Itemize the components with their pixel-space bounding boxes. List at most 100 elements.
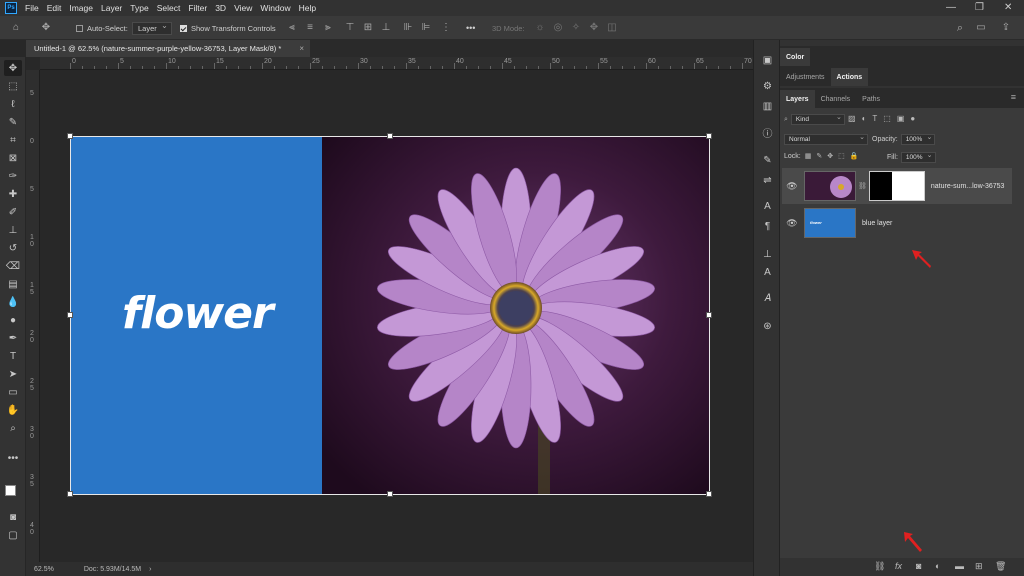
eyedropper-tool[interactable]: ✑ [4, 168, 22, 184]
eye-icon[interactable]: 👁 [782, 218, 802, 229]
slide-3d-icon[interactable]: ✥ [588, 22, 600, 34]
gradient-tool[interactable]: ▤ [4, 276, 22, 292]
scale-3d-icon[interactable]: ◫ [606, 22, 618, 34]
stamp-tool[interactable]: ⊥ [4, 222, 22, 238]
more-tools[interactable]: ••• [4, 450, 22, 466]
move-tool-icon[interactable]: ✥ [40, 22, 52, 34]
menu-3d[interactable]: 3D [215, 3, 226, 13]
opacity-control[interactable]: Opacity: 100% [872, 133, 936, 145]
hand-tool[interactable]: ✋ [4, 402, 22, 418]
adjustment-layer-icon[interactable]: ◐ [935, 561, 940, 571]
fx-icon[interactable]: fx [895, 561, 902, 571]
trash-icon[interactable]: 🗑 [995, 561, 1006, 572]
marquee-tool[interactable]: ⬚ [4, 78, 22, 94]
align-top-icon[interactable]: ⊤ [344, 22, 356, 34]
blend-mode[interactable]: Normal [784, 133, 868, 145]
chain-link-icon[interactable]: ⛓ [858, 182, 867, 190]
lock-position-icon[interactable]: ✥ [827, 152, 833, 160]
layer-name-blue[interactable]: blue layer [862, 220, 892, 227]
panel-menu-icon[interactable]: ≡ [1011, 92, 1016, 102]
adjustment-filter-icon[interactable]: ◐ [862, 114, 867, 123]
layer-thumbnail-blue[interactable]: flower [804, 208, 856, 238]
swatches-panel-icon[interactable]: ⚙ [759, 80, 776, 94]
auto-select-checkbox[interactable]: Auto-Select: [76, 16, 128, 40]
minimize-button[interactable]: — [946, 2, 956, 13]
layer-mask-thumbnail[interactable] [868, 171, 925, 201]
menu-filter[interactable]: Filter [188, 3, 207, 13]
pen-tool[interactable]: ✒ [4, 330, 22, 346]
tab-channels[interactable]: Channels [815, 90, 857, 108]
auto-select-check[interactable] [76, 24, 83, 32]
zoom-tool[interactable]: ⌕ [4, 420, 22, 436]
shape-tool[interactable]: ▭ [4, 384, 22, 400]
tab-adjustments[interactable]: Adjustments [780, 68, 831, 86]
close-window-button[interactable]: ✕ [1004, 2, 1012, 13]
kind-filter[interactable]: ⌕ Kind [784, 113, 845, 125]
frame-tool[interactable]: ⊠ [4, 150, 22, 166]
tab-actions[interactable]: Actions [830, 68, 869, 86]
crop-tool[interactable]: ⌗ [4, 132, 22, 148]
menu-layer[interactable]: Layer [101, 3, 122, 13]
roll-3d-icon[interactable]: ◎ [552, 22, 564, 34]
layer-thumbnail-photo[interactable] [804, 171, 856, 201]
auto-select-value[interactable]: Layer [132, 21, 172, 35]
document-canvas[interactable]: flower [70, 136, 710, 495]
drag-3d-icon[interactable]: ✧ [570, 22, 582, 34]
folder-icon[interactable]: ▬ [955, 561, 964, 571]
link-layers-icon[interactable]: ⛓ [874, 561, 885, 572]
eye-icon[interactable]: 👁 [782, 181, 802, 192]
quick-select-tool[interactable]: ✎ [4, 114, 22, 130]
fill-value[interactable]: 100% [900, 151, 936, 163]
menu-help[interactable]: Help [299, 3, 316, 13]
brush-tool[interactable]: ✐ [4, 204, 22, 220]
pixel-filter-icon[interactable]: ▨ [848, 114, 856, 123]
add-mask-icon[interactable]: ◙ [916, 561, 921, 571]
lock-image-icon[interactable]: ✎ [816, 152, 822, 160]
filter-toggle-icon[interactable]: ● [910, 114, 915, 123]
layer-row-blue[interactable]: 👁 flower blue layer [782, 206, 1012, 240]
vertical-ruler[interactable]: 5 0 5 1 0 1 5 2 0 2 5 3 0 3 5 4 0 [26, 70, 40, 562]
lasso-tool[interactable]: ℓ [4, 96, 22, 112]
healing-tool[interactable]: ✚ [4, 186, 22, 202]
properties-panel-icon[interactable]: ⇌ [759, 174, 776, 188]
lock-all-icon[interactable]: 🔒 [850, 152, 859, 160]
foreground-color-swatch[interactable] [5, 485, 16, 496]
align-middle-icon[interactable]: ⊞ [362, 22, 374, 34]
home-icon[interactable]: ⌂ [10, 22, 22, 34]
brush-settings-icon[interactable]: ✎ [759, 154, 776, 168]
layer-row-photo[interactable]: 👁 ⛓ nature-sum...low-36753 [782, 168, 1012, 204]
smart-object-filter-icon[interactable]: ▣ [897, 114, 905, 123]
libraries-panel-icon[interactable]: ⊛ [759, 320, 776, 334]
show-transform-check[interactable] [180, 24, 187, 32]
tab-layers[interactable]: Layers [780, 90, 815, 108]
lock-pixels-icon[interactable]: ▦ [805, 152, 812, 160]
menu-type[interactable]: Type [130, 3, 148, 13]
move-tool[interactable]: ✥ [4, 60, 22, 76]
screen-mode-tool[interactable]: ▢ [4, 527, 22, 543]
quick-mask-tool[interactable]: ◙ [4, 509, 22, 525]
character-panel-icon[interactable]: A [759, 200, 776, 214]
workspace-icon[interactable]: ▭ [975, 22, 987, 34]
path-select-tool[interactable]: ➤ [4, 366, 22, 382]
distribute-v-icon[interactable]: ⋮ [440, 22, 452, 34]
opacity-value[interactable]: 100% [900, 133, 936, 145]
tab-paths[interactable]: Paths [856, 90, 886, 108]
align-left-icon[interactable]: ⫷ [286, 22, 298, 34]
tab-color[interactable]: Color [780, 48, 811, 66]
zoom-level[interactable]: 62.5% [34, 566, 54, 573]
menu-view[interactable]: View [234, 3, 252, 13]
horizontal-ruler[interactable]: 0 5 10 15 20 25 30 35 40 45 50 55 60 65 70 [40, 57, 779, 70]
restore-button[interactable]: ❐ [975, 2, 984, 13]
type-filter-icon[interactable]: T [872, 114, 877, 123]
status-menu-arrow[interactable]: › [149, 566, 151, 573]
glyphs-panel-icon[interactable]: ⊥ [759, 248, 776, 262]
document-tab[interactable]: Untitled-1 @ 62.5% (nature-summer-purple… [26, 40, 310, 57]
search-icon[interactable]: ⌕ [954, 22, 966, 34]
dodge-tool[interactable]: ● [4, 312, 22, 328]
menu-image[interactable]: Image [69, 3, 93, 13]
blend-mode-dropdown[interactable]: Normal [784, 133, 868, 145]
history-brush-tool[interactable]: ↺ [4, 240, 22, 256]
shape-filter-icon[interactable]: ⬚ [883, 114, 891, 123]
distribute-h-icon[interactable]: ⊫ [420, 22, 432, 34]
color-panel-icon[interactable]: ▣ [759, 54, 776, 68]
